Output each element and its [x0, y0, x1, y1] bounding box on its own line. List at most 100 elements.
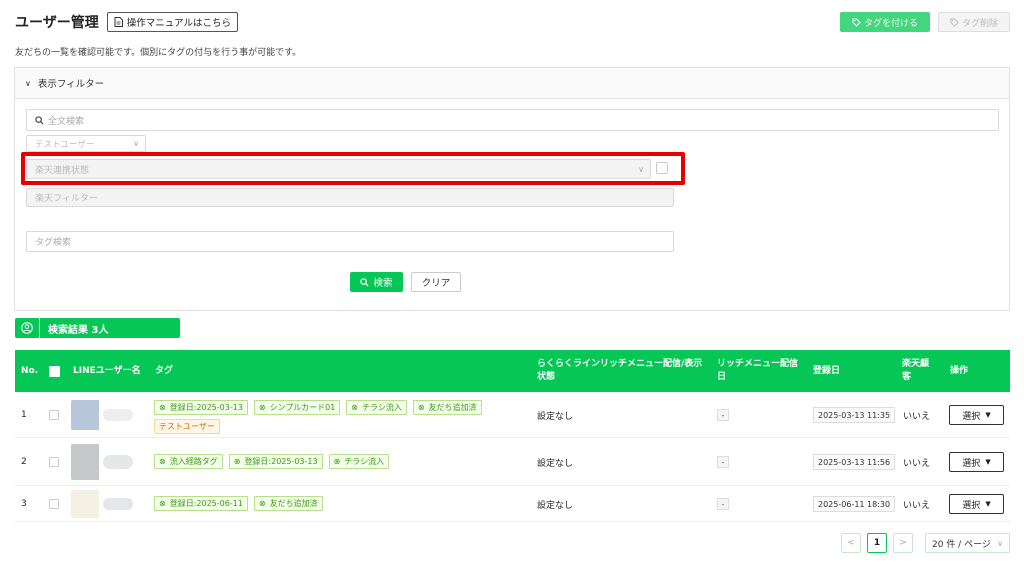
col-rich-menu-date: リッチメニュー配信日	[717, 359, 799, 382]
remove-circle-icon[interactable]: ⊗	[159, 403, 166, 412]
tag-list: ⊗ 登録日:2025-06-11 ⊗ 友だち追加済	[154, 496, 524, 511]
rich-menu-date: -	[717, 456, 729, 468]
avatar	[71, 444, 137, 480]
filter-toggle[interactable]: ∨ 表示フィルター	[15, 68, 1009, 99]
row-checkbox-cell[interactable]	[49, 486, 59, 522]
pagination: < 1 >	[841, 533, 913, 553]
search-icon	[35, 115, 44, 125]
search-icon	[360, 277, 369, 287]
chevron-down-icon: ∨	[133, 139, 139, 148]
tag-label: 流入経路タグ	[169, 457, 218, 466]
remove-circle-icon[interactable]: ⊗	[418, 403, 425, 412]
col-line-user: LINEユーザー名	[73, 365, 141, 376]
col-rakuten: 楽天顧客	[902, 359, 930, 382]
remove-circle-icon[interactable]: ⊗	[159, 457, 166, 466]
rich-menu-date: -	[717, 498, 729, 510]
top-actions: タグを付ける タグ削除	[840, 12, 1010, 32]
prev-page-button[interactable]: <	[841, 533, 861, 553]
page-number-button[interactable]: 1	[867, 533, 887, 553]
avatar	[71, 490, 137, 518]
tag-search-input[interactable]: タグ検索	[26, 231, 674, 252]
add-tag-button[interactable]: タグを付ける	[840, 12, 930, 32]
document-icon	[114, 17, 123, 27]
col-select-all[interactable]	[49, 350, 60, 392]
filter-title: 表示フィルター	[37, 79, 105, 90]
rich-menu-date-cell: -	[717, 486, 729, 522]
tag-chip[interactable]: ⊗ 登録日:2025-03-13	[154, 400, 248, 415]
fulltext-placeholder: 全文検索	[48, 116, 85, 127]
row-checkbox-cell[interactable]	[49, 392, 59, 438]
test-user-select[interactable]: テストユーザー ∨	[26, 135, 146, 152]
remove-circle-icon[interactable]: ⊗	[351, 403, 358, 412]
row-no: 1	[21, 410, 27, 420]
table-header: No. LINEユーザー名 タグ らくらくラインリッチメニュー配信/表示状態 リ…	[15, 350, 1010, 392]
tag-label: チラシ流入	[362, 403, 402, 412]
page-title: ユーザー管理	[15, 15, 99, 31]
select-action-button[interactable]: 選択 ▼	[949, 405, 1004, 425]
results-count-badge: 検索結果 3人	[15, 318, 180, 338]
tag-label: 登録日:2025-03-13	[169, 403, 243, 412]
tag-chip[interactable]: ⊗ チラシ流入	[328, 454, 390, 469]
row-checkbox[interactable]	[49, 457, 59, 467]
clear-button[interactable]: クリア	[411, 272, 461, 292]
remove-circle-icon[interactable]: ⊗	[259, 403, 266, 412]
remove-circle-icon[interactable]: ⊗	[159, 499, 166, 508]
per-page-select[interactable]: 20 件 / ページ ∨	[925, 533, 1010, 553]
tag-label: シンプルカード01	[269, 403, 336, 412]
select-label: 選択	[962, 411, 981, 422]
results-count-label: 検索結果 3人	[48, 324, 109, 336]
select-action-button[interactable]: 選択 ▼	[949, 494, 1004, 514]
row-no: 3	[21, 499, 27, 509]
row-no: 2	[21, 457, 27, 467]
action-cell: 選択 ▼	[949, 438, 1004, 486]
registered-date: 2025-06-11 18:30	[813, 496, 896, 512]
rakuten-customer: いいえ	[903, 500, 931, 511]
remove-circle-icon[interactable]: ⊗	[234, 457, 241, 466]
delete-tag-button[interactable]: タグ削除	[938, 12, 1010, 32]
registered-date: 2025-03-13 11:56	[813, 454, 896, 470]
row-checkbox[interactable]	[49, 499, 59, 509]
manual-button-label: 操作マニュアルはこちら	[126, 18, 231, 29]
select-all-checkbox[interactable]	[49, 365, 60, 377]
tag-label: テストユーザー	[159, 422, 215, 431]
caret-down-icon: ▼	[985, 500, 991, 508]
remove-circle-icon[interactable]: ⊗	[334, 457, 341, 466]
tag-chip[interactable]: ⊗ 友だち追加済	[412, 400, 482, 415]
search-button[interactable]: 検索	[350, 272, 403, 292]
tag-chip[interactable]: ⊗ 流入経路タグ	[154, 454, 223, 469]
tag-chip[interactable]: ⊗ 登録日:2025-06-11	[154, 496, 248, 511]
registered-date: 2025-03-13 11:35	[813, 407, 896, 423]
chevron-down-icon: ∨	[25, 78, 31, 88]
row-checkbox-cell[interactable]	[49, 438, 59, 486]
select-label: 選択	[962, 500, 981, 511]
search-button-label: 検索	[373, 278, 393, 289]
col-rich-menu-status: らくらくラインリッチメニュー配信/表示状態	[537, 359, 703, 382]
col-action: 操作	[950, 365, 969, 376]
col-no: No.	[21, 365, 39, 376]
tag-chip[interactable]: ⊗ シンプルカード01	[253, 400, 341, 415]
tag-icon	[950, 17, 959, 27]
select-label: 選択	[962, 458, 981, 469]
tag-label: 友だち追加済	[269, 499, 318, 508]
page-header: ユーザー管理 操作マニュアルはこちら	[15, 12, 238, 32]
rich-menu-date-cell: -	[717, 392, 729, 438]
manual-button[interactable]: 操作マニュアルはこちら	[106, 12, 238, 32]
rich-menu-date: -	[717, 409, 729, 421]
remove-circle-icon[interactable]: ⊗	[259, 499, 266, 508]
select-action-button[interactable]: 選択 ▼	[949, 452, 1004, 472]
test-user-placeholder: テストユーザー	[35, 139, 95, 150]
tag-label: 登録日:2025-06-11	[169, 499, 243, 508]
tag-list: ⊗ 流入経路タグ ⊗ 登録日:2025-03-13 ⊗ チラシ流入	[154, 454, 524, 469]
tag-chip[interactable]: テストユーザー	[154, 419, 220, 434]
rich-menu-status: 設定なし	[537, 500, 574, 511]
row-checkbox[interactable]	[49, 410, 59, 420]
tag-chip[interactable]: ⊗ 友だち追加済	[253, 496, 323, 511]
rakuten-filter-input[interactable]: 楽天フィルター	[26, 188, 674, 207]
caret-down-icon: ▼	[985, 411, 991, 419]
highlight-annotation	[21, 152, 685, 185]
registered-date-cell: 2025-06-11 18:30	[813, 486, 896, 522]
tag-chip[interactable]: ⊗ チラシ流入	[346, 400, 407, 415]
tag-chip[interactable]: ⊗ 登録日:2025-03-13	[228, 454, 323, 469]
fulltext-search-input[interactable]: 全文検索	[26, 109, 999, 131]
next-page-button[interactable]: >	[893, 533, 913, 553]
